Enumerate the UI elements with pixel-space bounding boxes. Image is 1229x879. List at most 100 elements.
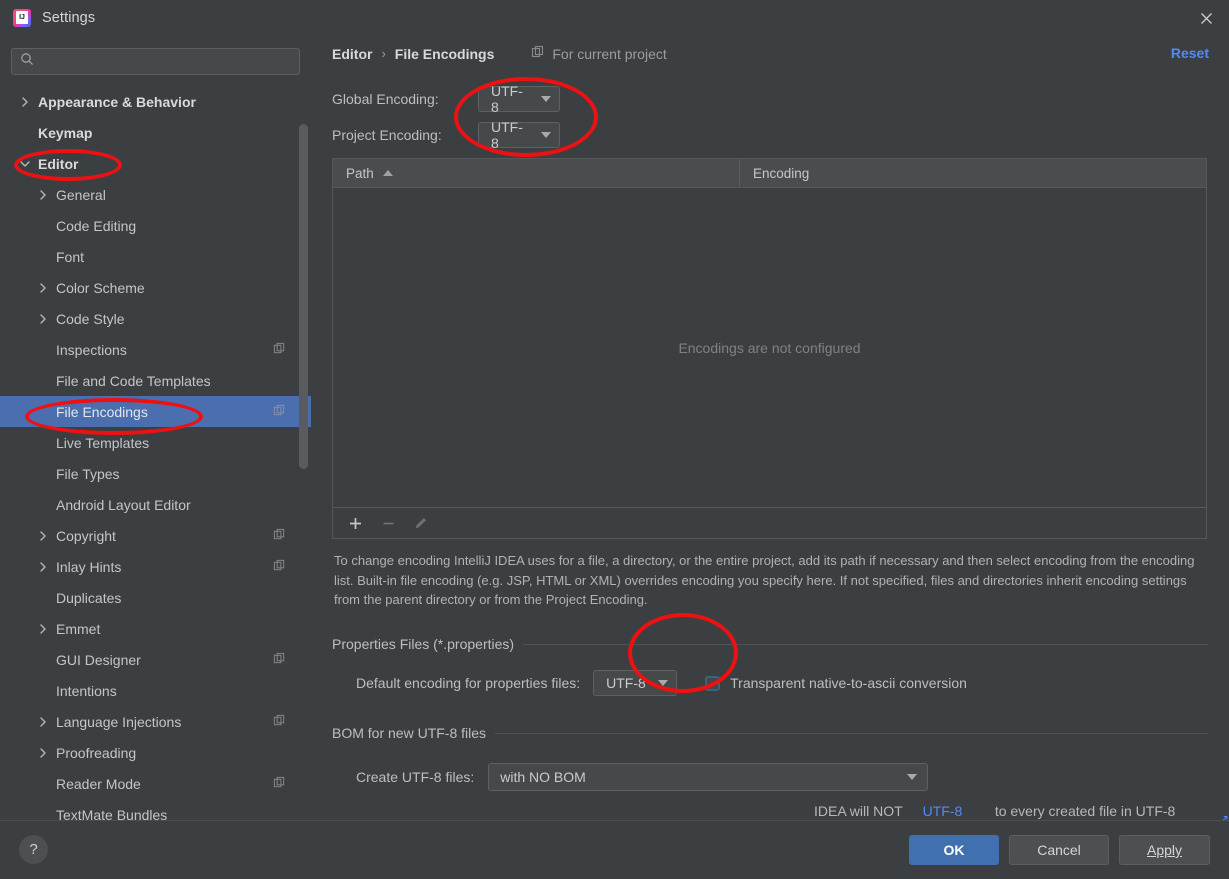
chevron-right-icon[interactable] — [18, 95, 32, 109]
sidebar-item-label: File and Code Templates — [56, 372, 211, 389]
add-button[interactable] — [342, 511, 368, 535]
sidebar-item-gui-designer[interactable]: GUI Designer — [0, 644, 311, 675]
sidebar-item-inlay-hints[interactable]: Inlay Hints — [0, 551, 311, 582]
project-scope-icon — [531, 45, 545, 62]
breadcrumb-separator-icon: › — [381, 46, 386, 61]
sidebar-item-duplicates[interactable]: Duplicates — [0, 582, 311, 613]
chevron-right-icon[interactable] — [36, 281, 50, 295]
main-panel: Editor › File Encodings For current proj… — [311, 36, 1229, 835]
sidebar-item-emmet[interactable]: Emmet — [0, 613, 311, 644]
settings-dialog: Settings Appearance & Behavior Keymap Edit… — [0, 0, 1229, 879]
column-header-path[interactable]: Path — [333, 159, 740, 187]
sidebar-item-file-and-code-templates[interactable]: File and Code Templates — [0, 365, 311, 396]
chevron-down-icon — [541, 132, 551, 138]
group-divider — [523, 643, 1208, 645]
breadcrumb: Editor › File Encodings For current proj… — [332, 45, 667, 62]
sidebar-item-reader-mode[interactable]: Reader Mode — [0, 768, 311, 799]
table-toolbar — [332, 508, 1207, 539]
sidebar-item-general[interactable]: General — [0, 179, 311, 210]
chevron-right-icon[interactable] — [36, 188, 50, 202]
sidebar-item-label: Language Injections — [56, 713, 182, 730]
sidebar-item-label: File Types — [56, 465, 120, 482]
global-encoding-label: Global Encoding: — [332, 91, 439, 107]
default-properties-encoding-combo[interactable]: UTF-8 — [593, 670, 678, 696]
help-button[interactable]: ? — [19, 835, 48, 864]
sidebar: Appearance & Behavior Keymap Editor General… — [0, 36, 311, 820]
breadcrumb-current: File Encodings — [394, 45, 495, 62]
project-encoding-combo[interactable]: UTF-8 — [478, 119, 560, 151]
global-encoding-combo[interactable]: UTF-8 — [478, 83, 560, 115]
sidebar-item-textmate-bundles[interactable]: TextMate Bundles — [0, 799, 311, 821]
create-utf8-files-label: Create UTF-8 files: — [356, 769, 475, 785]
table-header-row: Path Encoding — [333, 159, 1206, 188]
chevron-down-icon — [541, 96, 551, 102]
create-utf8-files-combo[interactable]: with NO BOM — [488, 763, 929, 791]
transparent-native-to-ascii-checkbox[interactable] — [705, 675, 721, 691]
sidebar-item-label: Font — [56, 248, 85, 265]
sidebar-item-label: TextMate Bundles — [56, 806, 168, 821]
search-box[interactable] — [11, 48, 300, 75]
chevron-right-icon[interactable] — [36, 560, 50, 574]
sidebar-item-editor[interactable]: Editor — [0, 148, 311, 179]
sidebar-item-label: GUI Designer — [56, 651, 141, 668]
sort-ascending-icon — [382, 170, 393, 176]
sidebar-item-label: Editor — [38, 155, 79, 172]
sidebar-item-label: Inlay Hints — [56, 558, 122, 575]
sidebar-item-font[interactable]: Font — [0, 241, 311, 272]
chevron-right-icon[interactable] — [36, 622, 50, 636]
reset-button[interactable]: Reset — [1171, 45, 1209, 61]
chevron-down-icon[interactable] — [18, 157, 32, 171]
project-encoding-label: Project Encoding: — [332, 127, 442, 143]
sidebar-item-label: Code Style — [56, 310, 125, 327]
search-input[interactable] — [34, 54, 299, 69]
sidebar-item-code-style[interactable]: Code Style — [0, 303, 311, 334]
chevron-right-icon[interactable] — [36, 715, 50, 729]
sidebar-item-file-types[interactable]: File Types — [0, 458, 311, 489]
sidebar-item-label: Inspections — [56, 341, 127, 358]
sidebar-item-proofreading[interactable]: Proofreading — [0, 737, 311, 768]
sidebar-item-label: Keymap — [38, 124, 93, 141]
breadcrumb-parent[interactable]: Editor — [332, 46, 372, 62]
chevron-right-icon[interactable] — [36, 746, 50, 760]
chevron-down-icon — [907, 774, 918, 780]
chevron-right-icon[interactable] — [36, 529, 50, 543]
chevron-right-icon[interactable] — [36, 312, 50, 326]
bom-group-header: BOM for new UTF-8 files — [311, 725, 1229, 741]
create-utf8-files-value: with NO BOM — [500, 769, 586, 785]
sidebar-item-intentions[interactable]: Intentions — [0, 675, 311, 706]
ok-button[interactable]: OK — [909, 835, 999, 865]
sidebar-item-color-scheme[interactable]: Color Scheme — [0, 272, 311, 303]
sidebar-item-file-encodings[interactable]: File Encodings — [0, 396, 311, 427]
sidebar-item-android-layout-editor[interactable]: Android Layout Editor — [0, 489, 311, 520]
apply-button[interactable]: Apply — [1119, 835, 1210, 865]
sidebar-scrollbar-thumb[interactable] — [299, 124, 308, 469]
project-scope-icon — [273, 404, 286, 420]
sidebar-item-live-templates[interactable]: Live Templates — [0, 427, 311, 458]
sidebar-item-language-injections[interactable]: Language Injections — [0, 706, 311, 737]
chevron-down-icon — [657, 680, 668, 686]
edit-pencil-icon[interactable] — [408, 511, 434, 535]
column-header-encoding[interactable]: Encoding — [740, 159, 1206, 187]
settings-tree: Appearance & Behavior Keymap Editor General… — [0, 86, 311, 820]
project-scope-icon — [273, 559, 286, 575]
remove-button[interactable] — [375, 511, 401, 535]
sidebar-item-appearance-behavior[interactable]: Appearance & Behavior — [0, 86, 311, 117]
sidebar-item-inspections[interactable]: Inspections — [0, 334, 311, 365]
sidebar-item-code-editing[interactable]: Code Editing — [0, 210, 311, 241]
sidebar-item-copyright[interactable]: Copyright — [0, 520, 311, 551]
sidebar-item-label: General — [56, 186, 106, 203]
transparent-native-to-ascii-label: Transparent native-to-ascii conversion — [730, 675, 967, 691]
cancel-button[interactable]: Cancel — [1009, 835, 1109, 865]
project-encoding-value: UTF-8 — [491, 119, 523, 151]
intellij-idea-icon — [13, 9, 31, 27]
apply-button-label: Apply — [1146, 842, 1183, 858]
sidebar-item-keymap[interactable]: Keymap — [0, 117, 311, 148]
project-encoding-row: Project Encoding: UTF-8 — [332, 119, 560, 151]
sidebar-item-label: File Encodings — [56, 403, 148, 420]
sidebar-item-label: Duplicates — [56, 589, 122, 606]
close-icon[interactable] — [1183, 0, 1229, 36]
table-empty-state: Encodings are not configured — [678, 339, 861, 356]
sidebar-item-label: Reader Mode — [56, 775, 141, 792]
scope-note-label: For current project — [552, 45, 667, 62]
sidebar-item-label: Copyright — [56, 527, 116, 544]
